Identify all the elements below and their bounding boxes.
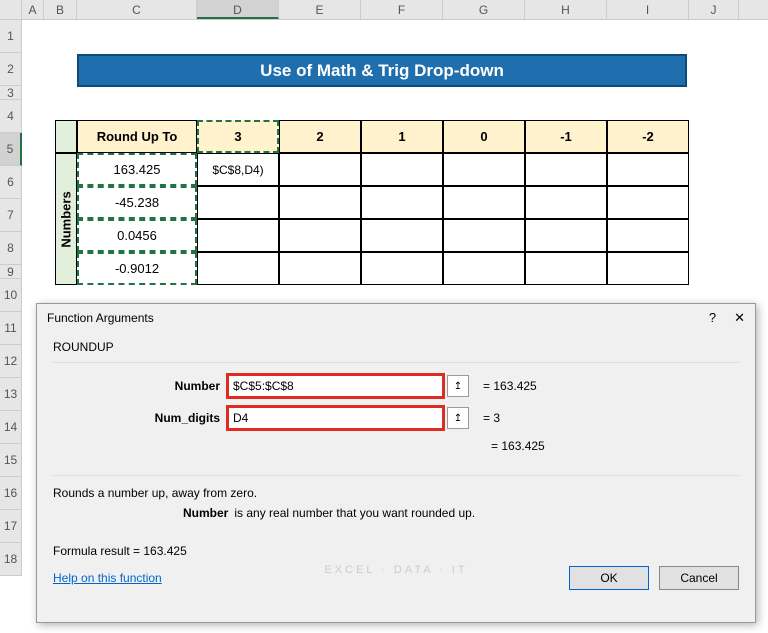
- cell-F5[interactable]: [361, 153, 443, 186]
- cell-D7[interactable]: [197, 219, 279, 252]
- cell-E6[interactable]: [279, 186, 361, 219]
- arg-description: Numberis any real number that you want r…: [183, 506, 739, 520]
- cell-H8[interactable]: [525, 252, 607, 285]
- cell-G5[interactable]: [443, 153, 525, 186]
- row-header-10[interactable]: 10: [0, 279, 22, 312]
- eval-result: = 163.425: [491, 439, 545, 453]
- col-header-A[interactable]: A: [22, 0, 44, 19]
- corner-cell[interactable]: [0, 0, 22, 19]
- row-header-11[interactable]: 11: [0, 312, 22, 345]
- cell-G8[interactable]: [443, 252, 525, 285]
- cell-D8[interactable]: [197, 252, 279, 285]
- col-header-I[interactable]: I: [607, 0, 689, 19]
- header-neg1[interactable]: -1: [525, 120, 607, 153]
- cell-F7[interactable]: [361, 219, 443, 252]
- col-header-J[interactable]: J: [689, 0, 739, 19]
- ok-button[interactable]: OK: [569, 566, 649, 590]
- cell-C5[interactable]: 163.425: [77, 153, 197, 186]
- cell-C8[interactable]: -0.9012: [77, 252, 197, 285]
- col-header-G[interactable]: G: [443, 0, 525, 19]
- collapse-icon[interactable]: ↥: [447, 407, 469, 429]
- row-header-1[interactable]: 1: [0, 20, 22, 53]
- col-header-C[interactable]: C: [77, 0, 197, 19]
- cell-H6[interactable]: [525, 186, 607, 219]
- corner-cell-table[interactable]: [55, 120, 77, 153]
- row-header-16[interactable]: 16: [0, 477, 22, 510]
- cell-I6[interactable]: [607, 186, 689, 219]
- digits-arg-label: Num_digits: [53, 411, 228, 425]
- close-icon[interactable]: ✕: [734, 310, 745, 326]
- cell-I5[interactable]: [607, 153, 689, 186]
- col-header-F[interactable]: F: [361, 0, 443, 19]
- cell-I7[interactable]: [607, 219, 689, 252]
- data-table: Round Up To 3 2 1 0 -1 -2 Numbers 163.42…: [55, 120, 689, 285]
- help-icon[interactable]: ?: [709, 310, 716, 326]
- help-link[interactable]: Help on this function: [53, 571, 162, 585]
- cell-E7[interactable]: [279, 219, 361, 252]
- function-name: ROUNDUP: [53, 340, 739, 354]
- function-arguments-dialog: Function Arguments ? ✕ ROUNDUP Number ↥ …: [36, 303, 756, 623]
- cancel-button[interactable]: Cancel: [659, 566, 739, 590]
- row-header-8[interactable]: 8: [0, 232, 22, 265]
- col-header-B[interactable]: B: [44, 0, 77, 19]
- header-3[interactable]: 3: [197, 120, 279, 153]
- column-headers: A B C D E F G H I J: [0, 0, 768, 20]
- cell-H5[interactable]: [525, 153, 607, 186]
- cell-H7[interactable]: [525, 219, 607, 252]
- function-description: Rounds a number up, away from zero.: [53, 486, 739, 500]
- col-header-H[interactable]: H: [525, 0, 607, 19]
- row-header-15[interactable]: 15: [0, 444, 22, 477]
- row-header-5[interactable]: 5: [0, 133, 22, 166]
- row-header-7[interactable]: 7: [0, 199, 22, 232]
- digits-input[interactable]: [228, 407, 443, 429]
- header-2[interactable]: 2: [279, 120, 361, 153]
- cell-D5[interactable]: $C$8,D4): [197, 153, 279, 186]
- cell-G6[interactable]: [443, 186, 525, 219]
- numbers-side-label[interactable]: Numbers: [55, 153, 77, 285]
- col-header-D[interactable]: D: [197, 0, 279, 19]
- cell-E8[interactable]: [279, 252, 361, 285]
- cell-D6[interactable]: [197, 186, 279, 219]
- row-headers: 1 2 3 4 5 6 7 8 9 10 11 12 13 14 15 16 1…: [0, 20, 22, 576]
- row-header-13[interactable]: 13: [0, 378, 22, 411]
- page-title: Use of Math & Trig Drop-down: [77, 54, 687, 87]
- number-arg-label: Number: [53, 379, 228, 393]
- cell-C6[interactable]: -45.238: [77, 186, 197, 219]
- row-header-17[interactable]: 17: [0, 510, 22, 543]
- number-result: = 163.425: [483, 379, 537, 393]
- header-neg2[interactable]: -2: [607, 120, 689, 153]
- collapse-icon[interactable]: ↥: [447, 375, 469, 397]
- row-header-18[interactable]: 18: [0, 543, 22, 576]
- col-header-E[interactable]: E: [279, 0, 361, 19]
- dialog-title: Function Arguments: [47, 311, 154, 325]
- cell-G7[interactable]: [443, 219, 525, 252]
- number-input[interactable]: [228, 375, 443, 397]
- formula-result: Formula result = 163.425: [53, 544, 739, 558]
- cell-E5[interactable]: [279, 153, 361, 186]
- header-0[interactable]: 0: [443, 120, 525, 153]
- header-1[interactable]: 1: [361, 120, 443, 153]
- row-header-6[interactable]: 6: [0, 166, 22, 199]
- row-header-3[interactable]: 3: [0, 86, 22, 100]
- row-header-4[interactable]: 4: [0, 100, 22, 133]
- row-header-14[interactable]: 14: [0, 411, 22, 444]
- row-header-9[interactable]: 9: [0, 265, 22, 279]
- cell-F8[interactable]: [361, 252, 443, 285]
- row-header-12[interactable]: 12: [0, 345, 22, 378]
- digits-result: = 3: [483, 411, 500, 425]
- cell-C7[interactable]: 0.0456: [77, 219, 197, 252]
- roundup-label[interactable]: Round Up To: [77, 120, 197, 153]
- row-header-2[interactable]: 2: [0, 53, 22, 86]
- cell-I8[interactable]: [607, 252, 689, 285]
- cell-F6[interactable]: [361, 186, 443, 219]
